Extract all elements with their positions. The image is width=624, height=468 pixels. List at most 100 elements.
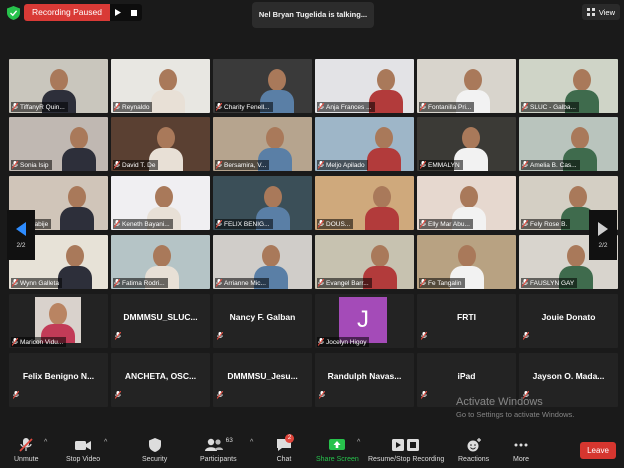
participant-tile[interactable]: TiffanyR Quin... [9,59,108,113]
participant-tile[interactable]: FELIX BENIG... [213,176,312,230]
participant-tile[interactable]: Arrianne Mic... [213,235,312,289]
participant-name-tag: Sonia Isip [11,160,52,170]
participant-name: Nancy F. Galban [229,312,296,322]
participant-name: DMMMSU_Jesu... [227,371,298,381]
participant-name-tag: Elly Mar Abu... [419,219,473,229]
chat-button[interactable]: 2 Chat [275,434,294,463]
view-button[interactable]: View [581,4,620,20]
participant-tile[interactable]: Fe Tangalin [417,235,516,289]
participant-tile[interactable]: Amelia B. Cas... [519,117,618,171]
encryption-shield-icon[interactable] [7,6,20,20]
participant-tile[interactable]: Meljo Apilado [315,117,414,171]
video-options-caret[interactable]: ^ [104,439,107,446]
muted-mic-indicator [522,327,530,345]
participant-name: David T. De [122,161,156,169]
participants-button[interactable]: 63 Participants [200,437,237,463]
participant-tile[interactable]: J Jocelyn Higoy [315,294,414,348]
participant-tile[interactable]: Sonia Isip [9,117,108,171]
stop-recording-button[interactable] [126,4,142,21]
participant-tile[interactable]: Reynaldo [111,59,210,113]
stop-video-button[interactable]: Stop Video [66,437,100,463]
muted-mic-indicator [420,386,428,404]
participant-face [567,245,585,267]
participant-face [159,69,177,91]
stop-video-label: Stop Video [66,456,101,463]
unmute-button[interactable]: Unmute [14,437,39,463]
more-button[interactable]: More [513,437,529,463]
previous-page-button[interactable]: 2/2 [7,210,35,260]
muted-mic-icon [420,161,426,169]
participant-tile[interactable]: Evangel Barr... [315,235,414,289]
participant-tile[interactable]: DOUS... [315,176,414,230]
chat-label: Chat [276,456,292,463]
participant-name-tag: Fe Tangalin [419,278,465,288]
resume-stop-recording-button[interactable]: Resume/Stop Recording [368,437,444,463]
muted-mic-icon [522,279,528,287]
chevron-right-icon [598,221,608,236]
muted-mic-icon [216,279,222,287]
participant-tile[interactable]: Bersamira, V... [213,117,312,171]
participant-tile[interactable]: Felix Benigno N... [9,353,108,407]
muted-mic-indicator [318,386,326,404]
participant-tile[interactable]: Nancy F. Galban [213,294,312,348]
chevron-left-icon [16,221,26,236]
participant-name: Fe Tangalin [428,279,462,287]
participant-name: DMMMSU_SLUC... [123,312,198,322]
participant-name-tag: EMMALYN [419,160,463,170]
muted-mic-icon [12,338,18,346]
next-page-button[interactable]: 2/2 [589,210,617,260]
muted-mic-icon [522,103,528,111]
participant-tile[interactable]: Charity Fenell... [213,59,312,113]
active-speaker-label: Nel Bryan Tugelida is talking... [252,2,374,28]
participant-face [573,69,591,91]
participant-tile[interactable]: Elly Mar Abu... [417,176,516,230]
participant-name-tag: Keneth Bayani... [113,219,173,229]
muted-mic-icon [216,103,222,111]
participant-tile[interactable]: Randulph Navas... [315,353,414,407]
participant-face [264,186,282,208]
muted-mic-icon [420,220,426,228]
participants-icon [204,438,223,451]
participant-tile[interactable]: Fatima Rodri... [111,235,210,289]
participant-name: Wynn Galleta [20,279,59,287]
muted-mic-icon [318,390,326,399]
play-icon [114,9,121,16]
participant-tile[interactable]: David T. De [111,117,210,171]
participants-options-caret[interactable]: ^ [250,439,253,446]
participant-face [464,69,482,91]
participant-tile[interactable]: ANCHETA, OSC... [111,353,210,407]
participant-tile[interactable]: EMMALYN [417,117,516,171]
participant-tile[interactable]: FRTI [417,294,516,348]
participant-tile[interactable]: DMMMSU_Jesu... [213,353,312,407]
leave-button[interactable]: Leave [580,442,616,459]
participant-name-tag: Fatima Rodri... [113,278,168,288]
participant-face [462,127,480,149]
security-button[interactable]: Security [142,437,167,463]
participant-name: Bersamira, V... [224,161,267,169]
participant-name: Evangel Barr... [326,279,369,287]
participant-tile[interactable]: Maricon Vidu... [9,294,108,348]
participant-face [377,69,395,91]
share-screen-button[interactable]: Share Screen [316,437,359,463]
participant-name-tag: Fontanilla Pri... [419,102,475,112]
share-screen-label: Share Screen [316,456,359,463]
participant-name-tag: Arrianne Mic... [215,278,269,288]
muted-mic-icon [420,390,428,399]
participant-tile[interactable]: Jouie Donato [519,294,618,348]
participant-name: DOUS... [326,220,351,228]
participant-tile[interactable]: Keneth Bayani... [111,176,210,230]
audio-options-caret[interactable]: ^ [44,439,47,446]
muted-mic-icon [114,161,120,169]
resume-recording-button[interactable] [110,4,126,21]
share-options-caret[interactable]: ^ [357,439,360,446]
participant-face [157,127,175,149]
participant-name: FELIX BENIG... [224,220,270,228]
participant-face [571,127,589,149]
participant-tile[interactable]: DMMMSU_SLUC... [111,294,210,348]
participant-tile[interactable]: SLUC - Galba... [519,59,618,113]
participant-body [365,207,399,230]
participant-face [155,186,173,208]
reactions-button[interactable]: Reactions [458,437,489,463]
participant-tile[interactable]: Fontanilla Pri... [417,59,516,113]
participant-tile[interactable]: Anja Frances ... [315,59,414,113]
